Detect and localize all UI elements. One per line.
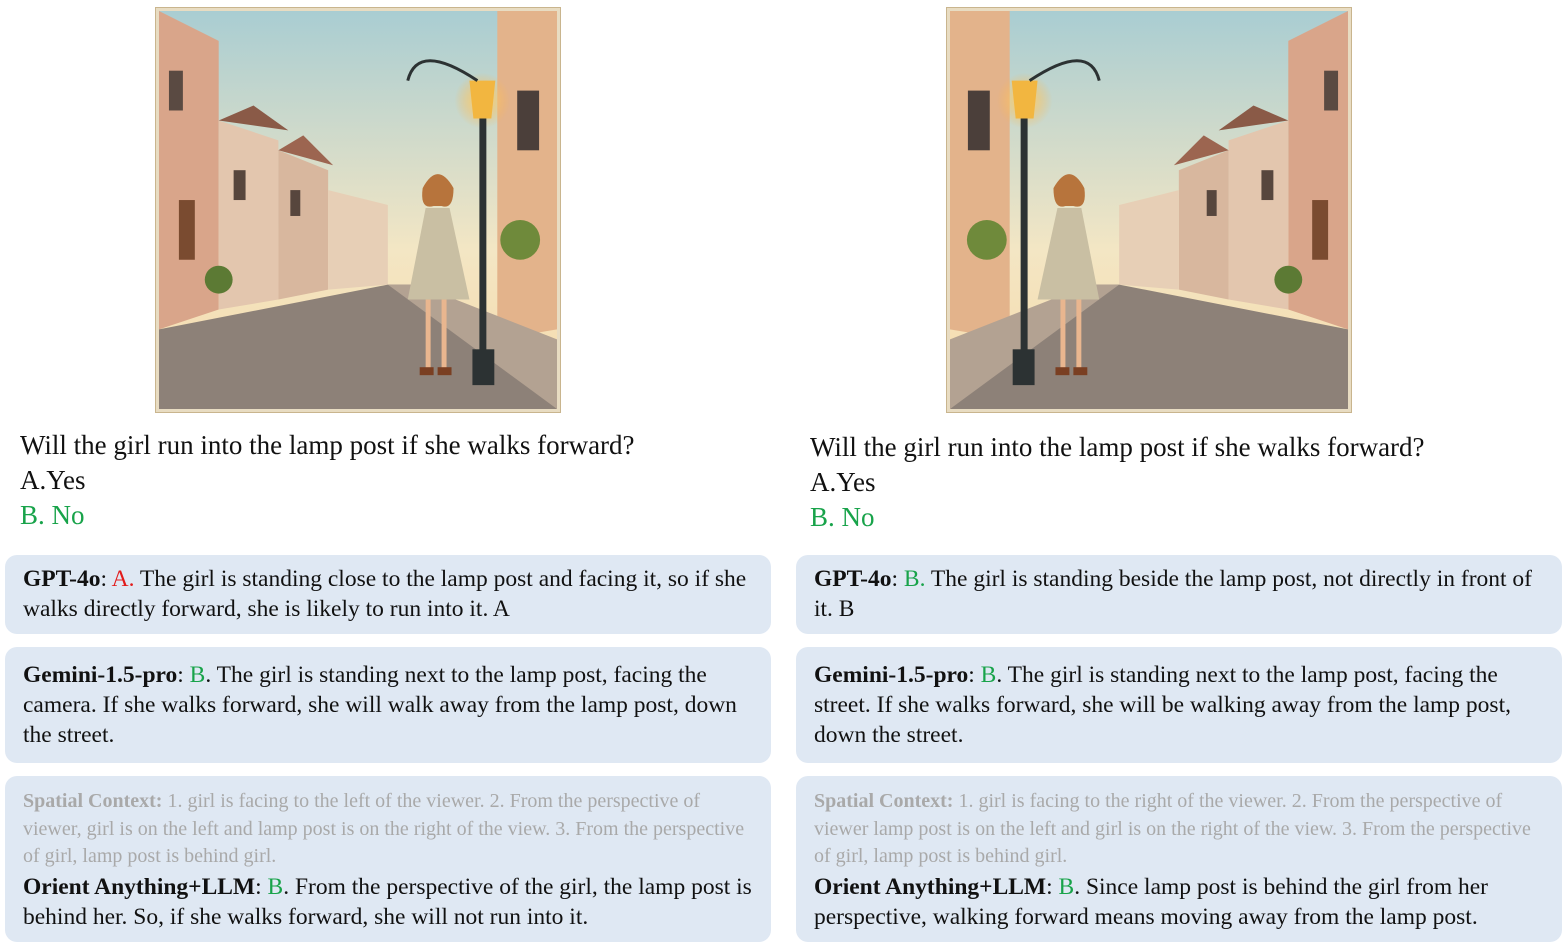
question-block: Will the girl run into the lamp post if … (20, 428, 635, 533)
model-name: GPT-4o (23, 566, 101, 592)
answer-letter: B (267, 873, 284, 900)
option-a: A.Yes (20, 465, 86, 495)
option-b-correct: B. No (20, 500, 85, 530)
option-b-correct: B. No (810, 502, 875, 532)
separator: : (177, 662, 190, 688)
model-name: Gemini-1.5-pro (23, 662, 178, 688)
model-name: Gemini-1.5-pro (814, 662, 969, 688)
orient-anything-response-card: Spatial Context: 1. girl is facing to th… (5, 776, 771, 942)
question-text: Will the girl run into the lamp post if … (20, 430, 635, 460)
spatial-context: Spatial Context: 1. girl is facing to th… (23, 788, 753, 871)
left-panel: Will the girl run into the lamp post if … (0, 0, 781, 947)
spatial-context: Spatial Context: 1. girl is facing to th… (814, 788, 1544, 871)
answer-letter: B (1058, 873, 1075, 900)
street-scene-image-mirrored (946, 7, 1352, 413)
answer-letter: B (980, 662, 997, 688)
answer-letter: B. (903, 566, 926, 592)
gemini-response-card: Gemini-1.5-pro: B. The girl is standing … (5, 647, 771, 763)
separator: : (968, 662, 981, 688)
model-name: GPT-4o (814, 566, 892, 592)
gpt4o-response-card: GPT-4o: B. The girl is standing beside t… (796, 555, 1562, 634)
model-name: Orient Anything+LLM (814, 873, 1047, 900)
separator: : (255, 873, 268, 900)
spatial-context-label: Spatial Context: (814, 790, 954, 812)
model-name: Orient Anything+LLM (23, 873, 256, 900)
separator: : (1046, 873, 1059, 900)
street-scene-image (155, 7, 561, 413)
question-text: Will the girl run into the lamp post if … (810, 432, 1425, 462)
gpt4o-response-card: GPT-4o: A. The girl is standing close to… (5, 555, 771, 634)
orient-anything-response-card: Spatial Context: 1. girl is facing to th… (796, 776, 1562, 942)
gemini-response-card: Gemini-1.5-pro: B. The girl is standing … (796, 647, 1562, 763)
separator: : (891, 566, 904, 592)
right-panel: Will the girl run into the lamp post if … (781, 0, 1562, 947)
separator: : (100, 566, 112, 592)
spatial-context-label: Spatial Context: (23, 790, 163, 812)
answer-letter: B (189, 662, 206, 688)
answer-letter: A. (111, 566, 135, 592)
question-block: Will the girl run into the lamp post if … (810, 430, 1425, 535)
option-a: A.Yes (810, 467, 876, 497)
